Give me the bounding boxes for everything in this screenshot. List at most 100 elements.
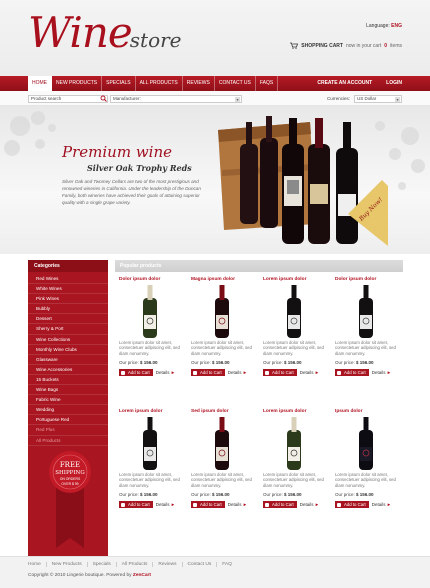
category-item[interactable]: Wine Collections	[28, 335, 108, 345]
product-name[interactable]: Ipsum dolor	[335, 409, 401, 416]
details-link[interactable]: Details ►	[156, 502, 176, 507]
nav-reviews[interactable]: REVIEWS	[183, 76, 215, 91]
details-link[interactable]: Details ►	[300, 370, 320, 375]
footer-link-faq[interactable]: FAQ	[217, 562, 237, 567]
product-card[interactable]: Lorem ipsum dolor Lorem ipsum dolor sit a…	[263, 409, 329, 508]
product-card[interactable]: Dolor ipsum dolor Lorem ipsum dolor sit a…	[119, 277, 185, 376]
details-link[interactable]: Details ►	[156, 370, 176, 375]
details-label: Details	[227, 370, 242, 375]
language-selector[interactable]: Language: ENG	[366, 23, 402, 29]
details-link[interactable]: Details ►	[372, 370, 392, 375]
product-image[interactable]	[335, 284, 401, 340]
category-item[interactable]: All Products	[28, 436, 108, 446]
category-item[interactable]: Portuguese Red	[28, 415, 108, 426]
details-link[interactable]: Details ►	[300, 502, 320, 507]
footer-link-reviews[interactable]: Reviews	[153, 562, 183, 567]
details-label: Details	[371, 370, 386, 375]
category-item[interactable]: Glassware	[28, 355, 108, 365]
product-image[interactable]	[263, 416, 329, 472]
footer-link-all-products[interactable]: All Products	[117, 562, 154, 567]
nav-home[interactable]: HOME	[28, 76, 52, 91]
nav-new-products[interactable]: NEW PRODUCTS	[52, 76, 103, 91]
category-item[interactable]: Bubbly	[28, 304, 108, 315]
nav-specials[interactable]: SPECIALS	[102, 76, 136, 91]
category-item[interactable]: Wine Accessories	[28, 365, 108, 375]
product-name[interactable]: Dolor ipsum dolor	[119, 277, 185, 284]
category-item[interactable]: Sherry & Port	[28, 324, 108, 335]
product-card[interactable]: Ipsum dolor Lorem ipsum dolor sit amet, c…	[335, 409, 401, 508]
details-link[interactable]: Details ►	[228, 502, 248, 507]
footer-link-home[interactable]: Home	[28, 562, 47, 567]
category-item[interactable]: Monthly Wine Clubs	[28, 345, 108, 355]
product-name[interactable]: Lorem ipsum dolor	[119, 409, 185, 416]
product-actions: Add to Cart Details ►	[191, 501, 257, 508]
product-actions: Add to Cart Details ►	[335, 369, 401, 376]
product-card[interactable]: Magna ipsum dolor Lorem ipsum dolor sit a…	[191, 277, 257, 376]
nav-all-products[interactable]: ALL PRODUCTS	[136, 76, 183, 91]
product-name[interactable]: Sed ipsum dolor	[191, 409, 257, 416]
product-name[interactable]: Lorem ipsum dolor	[263, 277, 329, 284]
add-to-cart-button[interactable]: Add to Cart	[335, 501, 369, 508]
product-name[interactable]: Magna ipsum dolor	[191, 277, 257, 284]
product-image[interactable]	[191, 416, 257, 472]
shopping-cart-link[interactable]: SHOPPING CART now in your cart 0 items	[290, 42, 402, 49]
login-link[interactable]: LOGIN	[386, 76, 402, 91]
details-label: Details	[371, 502, 386, 507]
product-price: Our price: $ 156.00	[335, 360, 401, 365]
add-to-cart-button[interactable]: Add to Cart	[191, 369, 225, 376]
promo-banner[interactable]: Premium wine Silver Oak Trophy Reds Silv…	[0, 106, 430, 254]
category-item[interactable]: White Wines	[28, 284, 108, 295]
product-description: Lorem ipsum dolor sit amet, consectetuer…	[335, 472, 396, 488]
product-card[interactable]: Lorem ipsum dolor Lorem ipsum dolor sit a…	[263, 277, 329, 376]
details-link[interactable]: Details ►	[228, 370, 248, 375]
category-item[interactable]: 15 Buckets	[28, 375, 108, 386]
currency-select[interactable]: US Dollar ▾	[354, 95, 402, 103]
add-to-cart-button[interactable]: Add to Cart	[119, 501, 153, 508]
nav-faqs[interactable]: FAQS	[256, 76, 279, 91]
category-item[interactable]: Wine Bags	[28, 385, 108, 396]
product-card[interactable]: Sed ipsum dolor Lorem ipsum dolor sit ame…	[191, 409, 257, 508]
footer-link-contact-us[interactable]: Contact Us	[183, 562, 218, 567]
product-card[interactable]: Dolor ipsum dolor Lorem ipsum dolor sit a…	[335, 277, 401, 376]
search-icon[interactable]	[100, 95, 107, 102]
manufacturer-select[interactable]: Manufacturer: ▾	[110, 95, 242, 103]
arrow-right-icon: ►	[314, 502, 320, 507]
product-image[interactable]	[263, 284, 329, 340]
add-to-cart-button[interactable]: Add to Cart	[263, 369, 297, 376]
arrow-right-icon: ►	[170, 370, 176, 375]
language-value[interactable]: ENG	[391, 23, 402, 29]
category-item[interactable]: Wedding	[28, 405, 108, 416]
product-image[interactable]	[119, 284, 185, 340]
price-label: Our price:	[263, 492, 283, 497]
copyright: Copyright © 2010 Lingerie boutique. Powe…	[28, 573, 151, 578]
category-item[interactable]: Red Wines	[28, 274, 108, 285]
product-name[interactable]: Lorem ipsum dolor	[263, 409, 329, 416]
product-actions: Add to Cart Details ►	[335, 501, 401, 508]
category-item[interactable]: Dessert	[28, 314, 108, 325]
product-card[interactable]: Lorem ipsum dolor Lorem ipsum dolor sit a…	[119, 409, 185, 508]
nav-contact-us[interactable]: CONTACT US	[215, 76, 256, 91]
site-logo[interactable]: Winestore	[28, 8, 182, 57]
details-link[interactable]: Details ►	[372, 502, 392, 507]
category-item[interactable]: Fabric Wine	[28, 395, 108, 406]
footer-link-new-products[interactable]: New Products	[47, 562, 88, 567]
search-input[interactable]: Product search	[28, 95, 108, 103]
product-name[interactable]: Dolor ipsum dolor	[335, 277, 401, 284]
create-account-link[interactable]: CREATE AN ACCOUNT	[317, 76, 372, 91]
product-image[interactable]	[191, 284, 257, 340]
product-image[interactable]	[335, 416, 401, 472]
category-item[interactable]: Pink Wines	[28, 294, 108, 305]
add-to-cart-button[interactable]: Add to Cart	[191, 501, 225, 508]
product-image[interactable]	[119, 416, 185, 472]
footer-link-specials[interactable]: Specials	[88, 562, 117, 567]
product-description: Lorem ipsum dolor sit amet, consectetuer…	[263, 340, 324, 356]
categories-sidebar: Categories Red Wines White Wines Pink Wi…	[28, 260, 108, 556]
powered-by-link[interactable]: ZenCart	[133, 573, 151, 578]
wine-bottle-image	[287, 285, 301, 338]
wine-bottle-image	[359, 417, 373, 470]
add-to-cart-button[interactable]: Add to Cart	[263, 501, 297, 508]
price-label: Our price:	[119, 360, 139, 365]
add-to-cart-button[interactable]: Add to Cart	[335, 369, 369, 376]
add-to-cart-button[interactable]: Add to Cart	[119, 369, 153, 376]
category-item[interactable]: Red Plus	[28, 425, 108, 436]
